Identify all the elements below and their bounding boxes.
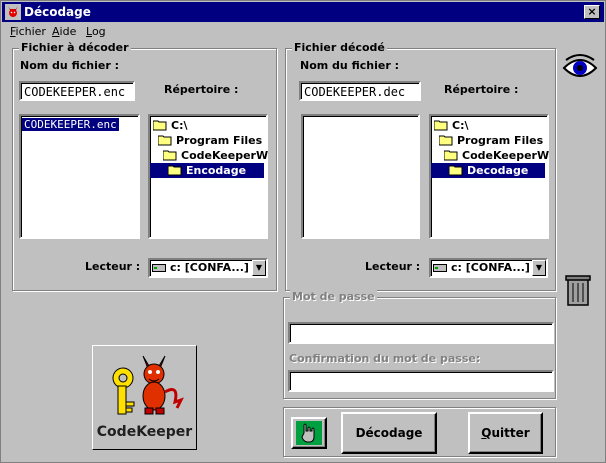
- folder-open-icon: [168, 165, 182, 176]
- destination-tree-codekeeperw[interactable]: CodeKeeperW: [444, 148, 549, 163]
- source-tree-root-label: C:\: [171, 119, 188, 132]
- menu-log[interactable]: Log: [86, 25, 106, 38]
- source-tree-root[interactable]: C:\: [153, 118, 188, 133]
- destination-tree-program-files-label: Program Files: [457, 134, 544, 147]
- destination-directory-label: Répertoire :: [444, 83, 519, 96]
- chevron-down-icon[interactable]: ▼: [532, 260, 546, 276]
- hand-pointer-button[interactable]: [291, 417, 327, 449]
- destination-filename-label: Nom du fichier :: [300, 59, 399, 72]
- destination-tree-program-files[interactable]: Program Files: [439, 133, 543, 148]
- source-directory-tree[interactable]: C:\ Program Files CodeKeeperW Encodage: [148, 114, 268, 239]
- destination-tree-codekeeperw-label: CodeKeeperW: [462, 149, 550, 162]
- source-file-list[interactable]: CODEKEEPER.enc: [19, 114, 140, 239]
- destination-drive-label: Lecteur :: [365, 260, 421, 273]
- trash-icon[interactable]: [564, 273, 592, 307]
- logo-text: CodeKeeper: [96, 424, 193, 440]
- source-directory-label: Répertoire :: [164, 83, 239, 96]
- codekeeper-logo: CodeKeeper: [92, 345, 197, 450]
- source-drive-value-text: c: [CONFA...]: [170, 261, 249, 274]
- menu-label-rest: ide: [59, 25, 77, 38]
- drive-icon: [152, 263, 166, 272]
- destination-tree-root-label: C:\: [452, 119, 469, 132]
- password-input[interactable]: [288, 322, 554, 344]
- menu-aide[interactable]: Aide: [52, 25, 76, 38]
- eye-icon[interactable]: [562, 52, 598, 84]
- source-tree-codekeeperw[interactable]: CodeKeeperW: [163, 148, 268, 163]
- quit-button-label: Quitter: [481, 426, 530, 440]
- source-filename-label: Nom du fichier :: [20, 59, 119, 72]
- destination-drive-value-text: c: [CONFA...]: [451, 261, 530, 274]
- source-group-title: Fichier à décoder: [19, 41, 131, 54]
- source-drive-value: c: [CONFA...]: [152, 261, 249, 274]
- chevron-down-icon[interactable]: ▼: [252, 260, 266, 276]
- source-tree-program-files-label: Program Files: [176, 134, 263, 147]
- hand-pointer-icon: [296, 421, 322, 445]
- source-tree-codekeeperw-label: CodeKeeperW: [181, 149, 269, 162]
- source-drive-label: Lecteur :: [85, 260, 141, 273]
- destination-filename-input[interactable]: CODEKEEPER.dec: [299, 81, 421, 101]
- title-bar: Décodage ×: [2, 2, 604, 22]
- source-tree-program-files[interactable]: Program Files: [158, 133, 262, 148]
- menu-bar: Fichier Aide Log: [2, 23, 604, 41]
- source-drive-select[interactable]: c: [CONFA...] ▼: [148, 258, 268, 278]
- app-devil-icon: [5, 4, 21, 20]
- quit-button[interactable]: Quitter: [468, 412, 543, 454]
- destination-directory-tree[interactable]: C:\ Program Files CodeKeeperW Decodage: [429, 114, 549, 239]
- source-tree-encodage[interactable]: Encodage: [150, 163, 264, 178]
- confirm-password-label: Confirmation du mot de passe:: [289, 352, 481, 365]
- menu-fichier[interactable]: Fichier: [10, 25, 46, 38]
- folder-open-icon: [158, 135, 172, 146]
- drive-icon: [433, 263, 447, 272]
- destination-group-title: Fichier décodé: [292, 41, 387, 54]
- folder-open-icon: [444, 150, 458, 161]
- destination-drive-value: c: [CONFA...]: [433, 261, 530, 274]
- destination-tree-decodage-label: Decodage: [467, 164, 529, 177]
- destination-tree-decodage[interactable]: Decodage: [431, 163, 545, 178]
- destination-drive-select[interactable]: c: [CONFA...] ▼: [429, 258, 548, 278]
- destination-file-list[interactable]: [301, 114, 420, 239]
- folder-open-icon: [449, 165, 463, 176]
- source-file-item[interactable]: CODEKEEPER.enc: [22, 118, 119, 131]
- confirm-password-input[interactable]: [288, 370, 554, 392]
- decode-button-label: Décodage: [355, 426, 423, 440]
- folder-open-icon: [153, 120, 167, 131]
- menu-label-rest: ichier: [15, 25, 46, 38]
- decode-button[interactable]: Décodage: [341, 412, 437, 454]
- menu-label-rest: og: [91, 25, 106, 38]
- source-tree-encodage-label: Encodage: [186, 164, 247, 177]
- window-title: Décodage: [24, 5, 91, 19]
- close-button[interactable]: ×: [584, 5, 600, 19]
- folder-open-icon: [439, 135, 453, 146]
- source-filename-input[interactable]: CODEKEEPER.enc: [19, 81, 135, 101]
- password-group-title: Mot de passe: [290, 290, 377, 303]
- decoding-window: Décodage × Fichier Aide Log Fichier à dé…: [0, 0, 606, 463]
- folder-open-icon: [163, 150, 177, 161]
- destination-tree-root[interactable]: C:\: [434, 118, 469, 133]
- folder-open-icon: [434, 120, 448, 131]
- devil-key-logo-icon: [112, 355, 184, 415]
